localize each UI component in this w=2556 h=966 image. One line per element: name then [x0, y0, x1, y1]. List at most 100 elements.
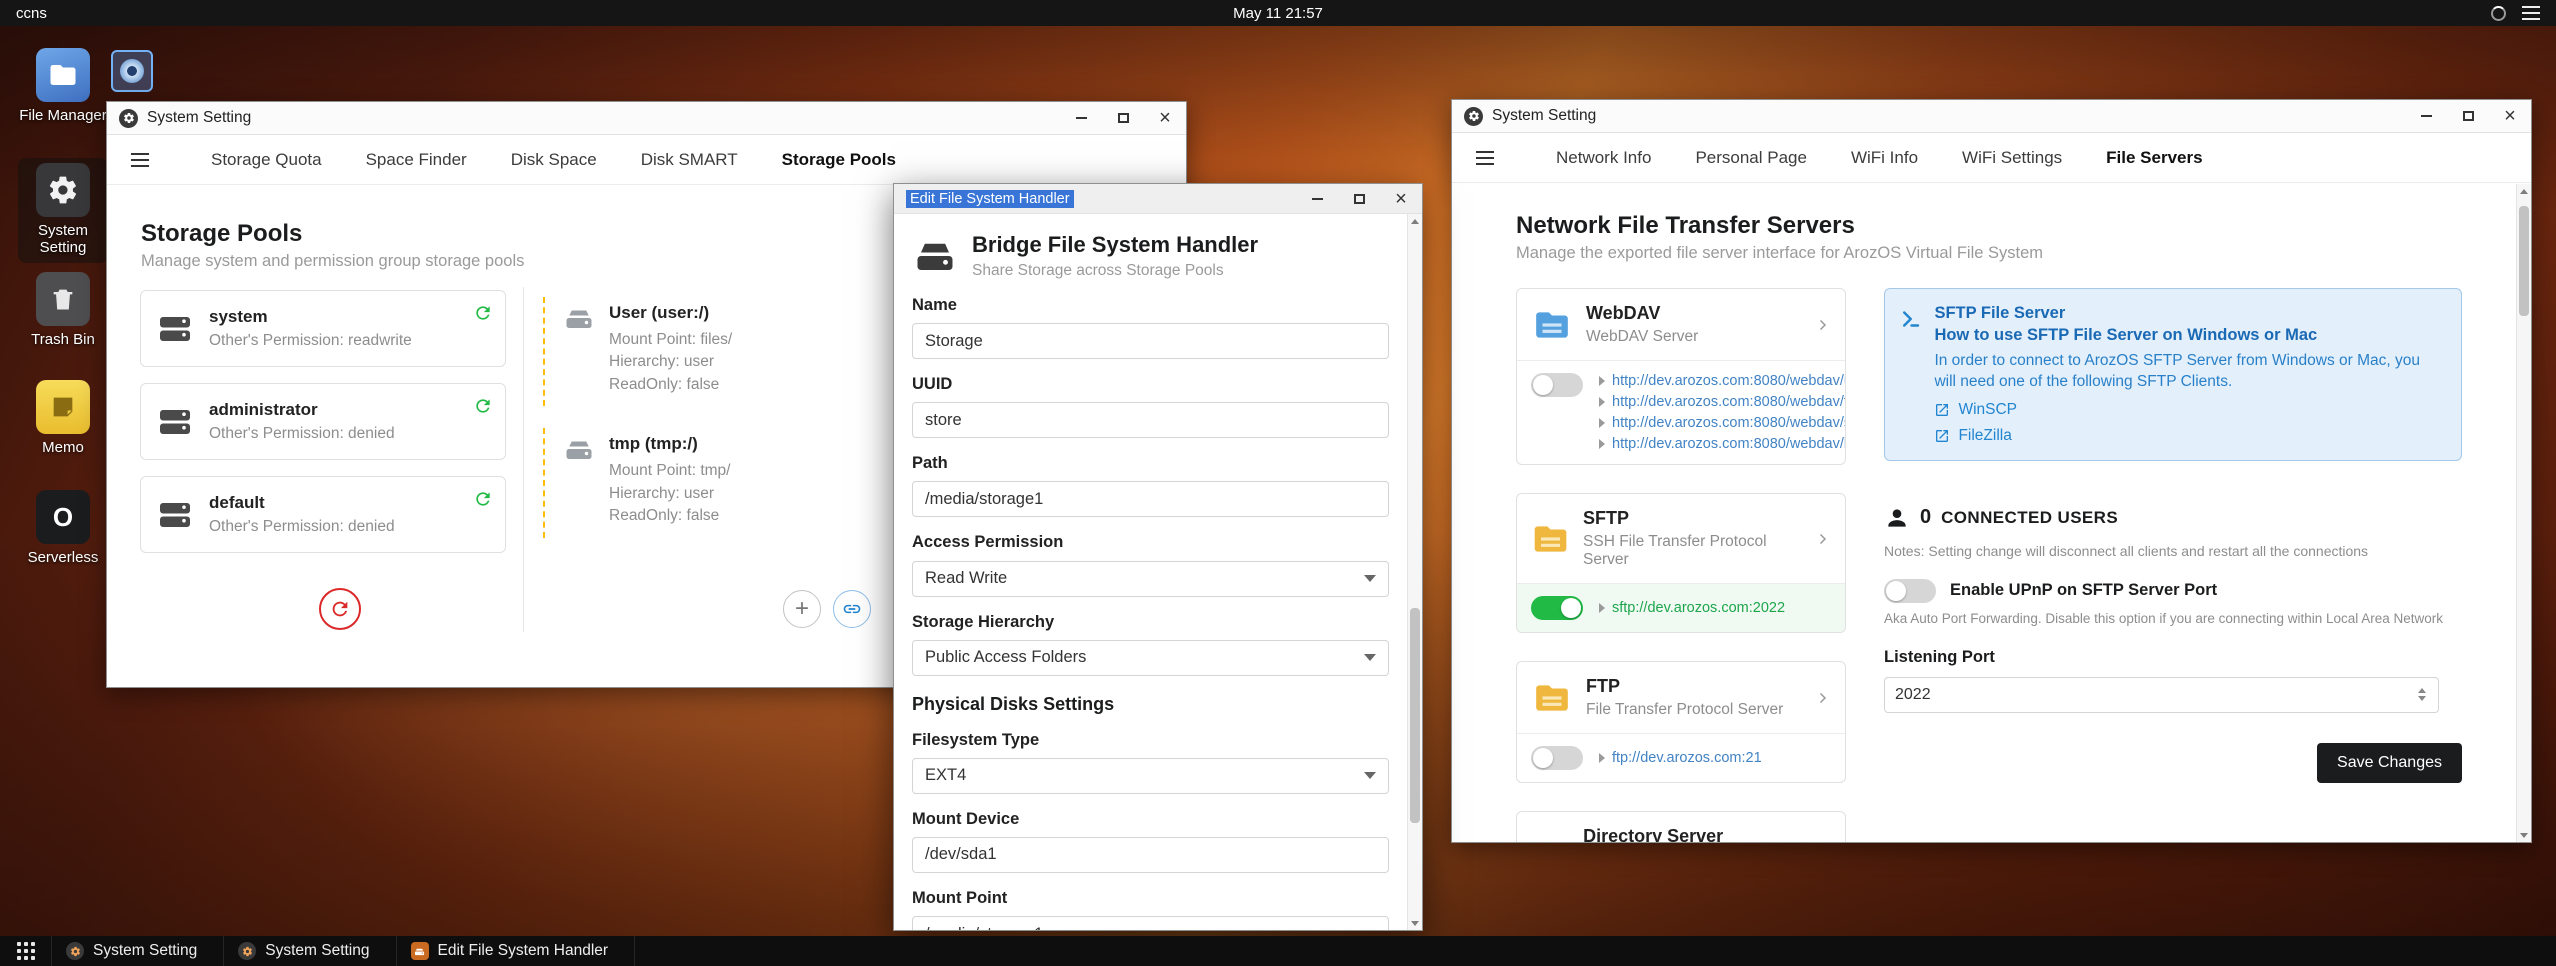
- scroll-down-arrow[interactable]: [1408, 916, 1422, 930]
- selected-app-icon[interactable]: [111, 50, 153, 92]
- sync-icon[interactable]: [473, 396, 493, 416]
- webdav-link[interactable]: http://dev.arozos.com:8080/webdav/ls1: [1612, 436, 1845, 452]
- webdav-link[interactable]: http://dev.arozos.com:8080/webdav/store: [1612, 415, 1845, 431]
- window-titlebar[interactable]: System Setting ×: [107, 102, 1186, 135]
- clock[interactable]: May 11 21:57: [1233, 5, 1323, 22]
- minimize-button[interactable]: [1060, 102, 1102, 134]
- mount-name: User (user:/): [609, 303, 710, 322]
- scrollbar-thumb[interactable]: [2519, 206, 2529, 316]
- scrollbar-thumb[interactable]: [1410, 607, 1420, 823]
- chevron-right-icon[interactable]: [1813, 689, 1831, 707]
- desktop-icon-serverless[interactable]: O Serverless: [18, 490, 108, 566]
- tab-space-finder[interactable]: Space Finder: [366, 150, 467, 170]
- tab-file-servers[interactable]: File Servers: [2106, 148, 2202, 168]
- hamburger-menu-icon[interactable]: [1476, 150, 1494, 165]
- number-spinner[interactable]: [2416, 688, 2428, 702]
- mount-point-input[interactable]: [912, 916, 1389, 930]
- close-button[interactable]: ×: [1144, 102, 1186, 134]
- client-link-filezilla[interactable]: FileZilla: [1934, 427, 2445, 445]
- taskbar-item-system-setting-1[interactable]: System Setting: [52, 936, 225, 966]
- refresh-pools-button[interactable]: [319, 588, 361, 630]
- webdav-card-header[interactable]: WebDAV WebDAV Server: [1517, 289, 1845, 360]
- chevron-right-icon[interactable]: [1813, 530, 1831, 548]
- ftp-folder-icon: [1536, 684, 1568, 711]
- storage-pool-row[interactable]: administrator Other's Permission: denied: [140, 383, 506, 460]
- select-value: Public Access Folders: [925, 648, 1087, 667]
- scroll-up-arrow[interactable]: [1408, 214, 1422, 228]
- webdav-toggle[interactable]: [1531, 373, 1583, 397]
- tab-disk-space[interactable]: Disk Space: [511, 150, 597, 170]
- window-titlebar[interactable]: System Setting ×: [1452, 100, 2531, 133]
- bullet-icon: [1599, 603, 1605, 613]
- sftp-toggle[interactable]: [1531, 596, 1583, 620]
- server-icon: [160, 502, 190, 527]
- save-changes-button[interactable]: Save Changes: [2317, 742, 2462, 783]
- storage-pool-row[interactable]: system Other's Permission: readwrite: [140, 290, 506, 367]
- sftp-controls: sftp://dev.arozos.com:2022: [1517, 583, 1845, 632]
- desktop-icon-file-manager[interactable]: File Manager: [18, 48, 108, 124]
- storage-pool-row[interactable]: default Other's Permission: denied: [140, 476, 506, 553]
- mounted-fsh-row[interactable]: User (user:/) Mount Point: files/ Hierar…: [543, 297, 843, 407]
- scrollbar[interactable]: [1407, 214, 1422, 930]
- upnp-toggle[interactable]: [1884, 578, 1936, 603]
- gear-icon: [36, 163, 90, 217]
- sync-icon[interactable]: [473, 489, 493, 509]
- taskbar-item-edit-fsh[interactable]: Edit File System Handler: [397, 936, 636, 966]
- ftp-link[interactable]: ftp://dev.arozos.com:21: [1612, 750, 1762, 766]
- filesystem-type-select[interactable]: EXT4: [912, 757, 1389, 794]
- directory-server-card-header[interactable]: Directory Server Web file viewer for leg…: [1517, 812, 1845, 842]
- maximize-button[interactable]: [1338, 184, 1380, 213]
- webdav-link[interactable]: http://dev.arozos.com:8080/webdav/user: [1612, 373, 1845, 389]
- scrollbar[interactable]: [2516, 184, 2531, 842]
- connected-users-count: 0: [1920, 506, 1932, 529]
- tab-wifi-settings[interactable]: WiFi Settings: [1962, 148, 2062, 168]
- close-button[interactable]: ×: [1380, 184, 1422, 213]
- status-ring-icon[interactable]: [2491, 5, 2506, 21]
- filesystem-type-label: Filesystem Type: [912, 730, 1040, 749]
- scroll-up-arrow[interactable]: [2517, 184, 2531, 198]
- tab-network-info[interactable]: Network Info: [1556, 148, 1651, 168]
- ftp-card-header[interactable]: FTP File Transfer Protocol Server: [1517, 662, 1845, 733]
- ftp-toggle[interactable]: [1531, 746, 1583, 770]
- gear-icon: [66, 942, 84, 960]
- mount-device-input[interactable]: [912, 836, 1389, 873]
- close-button[interactable]: ×: [2489, 100, 2531, 132]
- topbar: ccns May 11 21:57: [0, 0, 2556, 26]
- sftp-link[interactable]: sftp://dev.arozos.com:2022: [1612, 600, 1785, 616]
- maximize-button[interactable]: [2447, 100, 2489, 132]
- storage-hierarchy-select[interactable]: Public Access Folders: [912, 639, 1389, 676]
- hamburger-menu-icon[interactable]: [131, 152, 149, 167]
- tab-disk-smart[interactable]: Disk SMART: [641, 150, 738, 170]
- desktop-icon-trash-bin[interactable]: Trash Bin: [18, 272, 108, 348]
- taskbar-item-system-setting-2[interactable]: System Setting: [224, 936, 397, 966]
- client-link-winscp[interactable]: WinSCP: [1934, 401, 2445, 419]
- tab-storage-quota[interactable]: Storage Quota: [211, 150, 322, 170]
- minimize-button[interactable]: [1296, 184, 1338, 213]
- minimize-button[interactable]: [2405, 100, 2447, 132]
- window-titlebar[interactable]: Edit File System Handler ×: [894, 184, 1422, 214]
- desktop-icon-memo[interactable]: Memo: [18, 380, 108, 456]
- listening-port-field: [1884, 676, 2439, 713]
- webdav-link[interactable]: http://dev.arozos.com:8080/webdav/tmp: [1612, 394, 1845, 410]
- access-permission-label: Access Permission: [912, 533, 1064, 552]
- app-launcher-button[interactable]: [0, 936, 52, 966]
- name-input[interactable]: [912, 323, 1389, 360]
- sftp-card-header[interactable]: SFTP SSH File Transfer Protocol Server: [1517, 494, 1845, 583]
- link-fsh-button[interactable]: [833, 590, 871, 628]
- sync-icon[interactable]: [473, 303, 493, 323]
- add-fsh-button[interactable]: +: [783, 590, 821, 628]
- uuid-input[interactable]: [912, 402, 1389, 439]
- menu-icon[interactable]: [2522, 6, 2540, 20]
- access-permission-select[interactable]: Read Write: [912, 560, 1389, 597]
- maximize-button[interactable]: [1102, 102, 1144, 134]
- desktop-icon-system-setting[interactable]: System Setting: [18, 158, 108, 263]
- tab-wifi-info[interactable]: WiFi Info: [1851, 148, 1918, 168]
- path-input[interactable]: [912, 481, 1389, 518]
- mounted-fsh-row[interactable]: tmp (tmp:/) Mount Point: tmp/ Hierarchy:…: [543, 428, 843, 538]
- tab-storage-pools[interactable]: Storage Pools: [782, 150, 896, 170]
- listening-port-input[interactable]: [1895, 685, 2416, 704]
- tab-personal-page[interactable]: Personal Page: [1695, 148, 1807, 168]
- scroll-down-arrow[interactable]: [2517, 828, 2531, 842]
- chevron-right-icon[interactable]: [1813, 316, 1831, 334]
- trash-icon: [36, 272, 90, 326]
